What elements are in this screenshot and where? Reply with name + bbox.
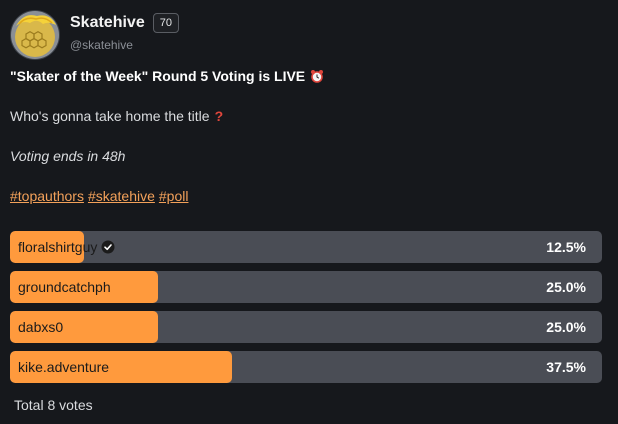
poll-option[interactable]: dabxs0 25.0% bbox=[10, 311, 602, 343]
poll-option-label-wrap: floralshirtguy bbox=[18, 231, 115, 263]
post-title: "Skater of the Week" Round 5 Voting is L… bbox=[10, 68, 324, 84]
author-name-row: Skatehive 70 bbox=[70, 13, 179, 33]
post-question-text: Who's gonna take home the title bbox=[10, 108, 210, 124]
author-display-name[interactable]: Skatehive bbox=[70, 14, 145, 32]
poll-option-percent: 12.5% bbox=[546, 239, 586, 255]
poll: floralshirtguy 12.5% groundcatchph 25.0%… bbox=[10, 231, 602, 391]
poll-option-label: groundcatchph bbox=[18, 279, 111, 295]
avatar[interactable] bbox=[10, 10, 60, 60]
post-title-text: "Skater of the Week" Round 5 Voting is L… bbox=[10, 68, 306, 84]
tag-skatehive[interactable]: #skatehive bbox=[88, 188, 155, 204]
voting-note-text: Voting ends in 48h bbox=[10, 148, 126, 164]
poll-option-label: kike.adventure bbox=[18, 359, 110, 375]
tag-topauthors[interactable]: #topauthors bbox=[10, 188, 84, 204]
poll-option-percent: 25.0% bbox=[546, 279, 586, 295]
poll-option-label-wrap: dabxs0 bbox=[18, 311, 63, 343]
author-handle[interactable]: @skatehive bbox=[70, 38, 133, 52]
poll-option-percent: 37.5% bbox=[546, 359, 586, 375]
poll-option[interactable]: groundcatchph 25.0% bbox=[10, 271, 602, 303]
poll-option-label: dabxs0 bbox=[18, 319, 64, 335]
post-tags: #topauthors #skatehive #poll bbox=[10, 188, 188, 204]
poll-option-label: floralshirtguy bbox=[18, 239, 98, 255]
red-question-mark-icon: ? bbox=[214, 108, 224, 124]
poll-option[interactable]: kike.adventure 37.5% bbox=[10, 351, 602, 383]
poll-total-votes: Total 8 votes bbox=[14, 397, 93, 413]
poll-option[interactable]: floralshirtguy 12.5% bbox=[10, 231, 602, 263]
skatehive-logo-icon bbox=[10, 10, 60, 60]
poll-option-label-wrap: groundcatchph bbox=[18, 271, 111, 303]
post-question: Who's gonna take home the title ? bbox=[10, 108, 223, 124]
author-level-badge: 70 bbox=[152, 13, 179, 33]
poll-option-label-wrap: kike.adventure bbox=[18, 351, 109, 383]
tag-poll[interactable]: #poll bbox=[159, 188, 189, 204]
voted-check-icon bbox=[101, 240, 115, 254]
poll-option-percent: 25.0% bbox=[546, 319, 586, 335]
alarm-clock-icon bbox=[311, 70, 324, 83]
voting-note: Voting ends in 48h bbox=[10, 148, 125, 164]
